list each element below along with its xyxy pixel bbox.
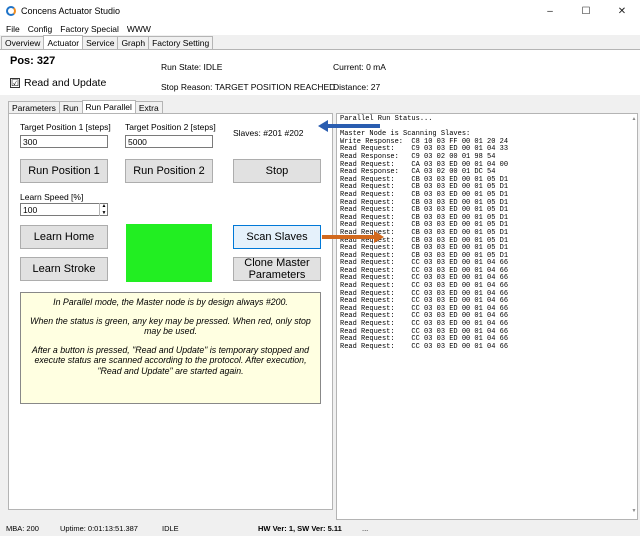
orange-arrow-shape [322,231,384,243]
menu-bar: File Config Factory Special WWW [0,22,640,35]
scroll-down-icon[interactable]: ▼ [630,508,638,516]
learn-speed-spinner[interactable]: ▲ ▼ [99,203,108,216]
subtab-run-parallel[interactable]: Run Parallel [81,100,136,113]
read-update-checkbox[interactable]: ☑ Read and Update [10,77,106,89]
learn-speed-input[interactable] [20,203,108,216]
blue-arrow-icon [318,120,380,132]
scroll-up-icon[interactable]: ▲ [630,116,638,124]
menu-config[interactable]: Config [24,24,57,34]
stop-reason: Stop Reason: TARGET POSITION REACHED [161,82,336,92]
window-controls: – ☐ ✕ [532,0,640,22]
run-position-1-button[interactable]: Run Position 1 [20,159,108,183]
version-readout: HW Ver: 1, SW Ver: 5.11 [258,524,342,533]
log-line: Read Request: CC 03 03 ED 00 01 04 66 [340,342,509,351]
read-update-label: Read and Update [24,77,107,89]
tab-factory-setting[interactable]: Factory Setting [148,36,214,49]
note-paragraph-1: In Parallel mode, the Master node is by … [53,297,288,307]
subtab-parameters[interactable]: Parameters [8,101,60,113]
menu-factory-special[interactable]: Factory Special [56,24,123,34]
checkbox-checked-icon[interactable]: ☑ [10,78,20,88]
app-logo-icon [6,6,16,16]
mba-readout: MBA: 200 [6,524,39,533]
clone-master-line-1: Clone Master [244,256,310,269]
scan-slaves-button[interactable]: Scan Slaves [233,225,321,249]
tab-graph[interactable]: Graph [117,36,150,49]
orange-arrow-icon [322,231,384,243]
uptime-readout: Uptime: 0:01:13:51.387 [60,524,138,533]
target-position-1-input[interactable] [20,135,108,148]
tab-service[interactable]: Service [82,36,119,49]
maximize-button[interactable]: ☐ [568,0,604,22]
log-scrollbar[interactable]: ▲ ▼ [630,116,638,516]
subtab-extra[interactable]: Extra [134,101,163,113]
learn-home-button[interactable]: Learn Home [20,225,108,249]
blue-arrow-shape [318,120,380,132]
menu-file[interactable]: File [2,24,24,34]
run-state: Run State: IDLE [161,62,223,72]
note-paragraph-2: When the status is green, any key may be… [30,315,311,337]
status-bar: MBA: 200 Uptime: 0:01:13:51.387 IDLE HW … [0,520,640,536]
stop-button[interactable]: Stop [233,159,321,183]
learn-speed-label: Learn Speed [%] [20,192,84,202]
window-title: Concens Actuator Studio [21,6,121,16]
target-position-1-label: Target Position 1 [steps] [20,122,111,132]
clone-master-line-2: Parameters [248,269,306,281]
main-tab-bar: Overview Actuator Service Graph Factory … [0,35,214,49]
title-bar: Concens Actuator Studio – ☐ ✕ [0,0,640,22]
clone-master-parameters-button[interactable]: Clone Master Parameters [233,257,321,281]
tab-actuator[interactable]: Actuator [43,35,84,49]
status-indicator [126,224,212,282]
note-paragraph-3: After a button is pressed, "Read and Upd… [31,344,310,376]
log-line: Parallel Run Status... [340,115,433,123]
learn-stroke-button[interactable]: Learn Stroke [20,257,108,281]
position-readout: Pos: 327 [10,55,56,67]
run-parallel-panel: Target Position 1 [steps] Target Positio… [8,113,333,510]
tab-overview[interactable]: Overview [1,36,45,49]
help-note: In Parallel mode, the Master node is by … [20,292,321,404]
close-button[interactable]: ✕ [604,0,640,22]
log-lines: Parallel Run Status... Master Node is Sc… [340,115,634,351]
current-readout: Current: 0 mA [333,62,386,72]
parallel-run-log[interactable]: Parallel Run Status... Master Node is Sc… [336,113,638,520]
menu-www[interactable]: WWW [123,24,155,34]
target-position-2-label: Target Position 2 [steps] [125,122,216,132]
minimize-button[interactable]: – [532,0,568,22]
sub-tab-bar: Parameters Run Run Parallel Extra [8,100,163,113]
distance-readout: Distance: 27 [333,82,381,92]
statusbar-extra: ... [362,524,369,533]
subtab-run[interactable]: Run [58,101,83,113]
state-readout: IDLE [162,524,179,533]
target-position-2-input[interactable] [125,135,213,148]
learn-speed-stepper[interactable]: ▲ ▼ [20,203,108,216]
actuator-info-panel: Pos: 327 ☑ Read and Update Run State: ID… [0,49,640,95]
slaves-readout: Slaves: #201 #202 [233,128,304,138]
run-position-2-button[interactable]: Run Position 2 [125,159,213,183]
spin-down-icon[interactable]: ▼ [100,210,108,217]
